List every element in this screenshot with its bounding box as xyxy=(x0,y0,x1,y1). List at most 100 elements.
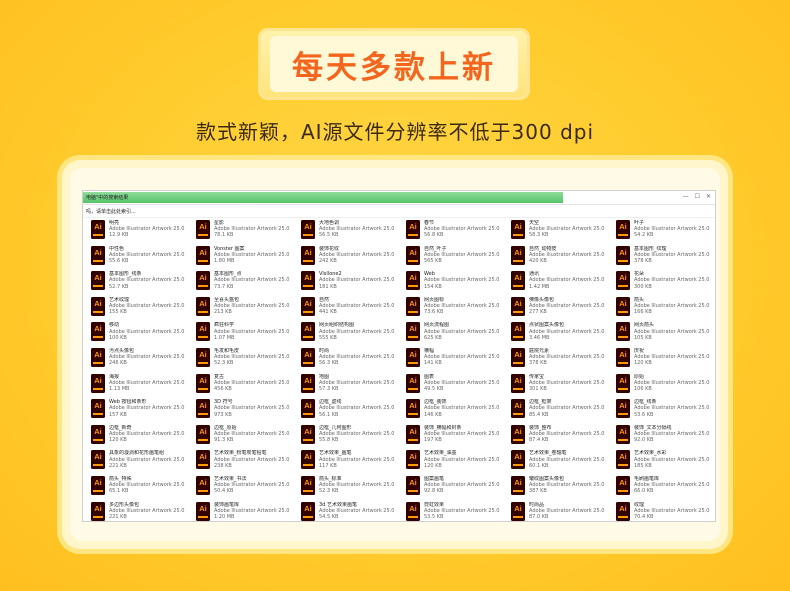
file-item[interactable]: Ai 星影 Adobe Illustrator Artwork 25.0 78.1 K… xyxy=(196,220,301,244)
file-meta: 花朵 Adobe Illustrator Artwork 25.0 300 KB xyxy=(634,271,709,290)
file-item[interactable]: Ai 污点头像包 Adobe Illustrator Artwork 25.0 246… xyxy=(91,347,196,372)
file-item[interactable]: Ai 明亮 Adobe Illustrator Artwork 25.0 12.9 K… xyxy=(91,220,196,244)
file-item[interactable]: Ai 地图 Adobe Illustrator Artwork 25.0 57.3 K… xyxy=(301,373,406,398)
file-item[interactable]: Ai 装饰_文本分隔线 Adobe Illustrator Artwork 25.0… xyxy=(616,424,715,449)
file-item[interactable]: Ai 边框_虚线 Adobe Illustrator Artwork 25.0 56.… xyxy=(301,399,406,423)
file-item[interactable]: Ai 边框_新奇 Adobe Illustrator Artwork 25.0 120… xyxy=(91,424,196,449)
close-button[interactable]: ✕ xyxy=(706,193,711,200)
file-item[interactable]: Ai 移动 Adobe Illustrator Artwork 25.0 100 KB xyxy=(91,322,196,346)
file-item[interactable]: Ai 中性色 Adobe Illustrator Artwork 25.0 55.6 … xyxy=(91,245,196,270)
file-item[interactable]: Ai 花朵 Adobe Illustrator Artwork 25.0 300 KB xyxy=(616,271,715,295)
file-item[interactable]: Ai 时尚 Adobe Illustrator Artwork 25.0 56.3 K… xyxy=(301,347,406,372)
file-item[interactable]: Ai 具象的漩涡和花形画笔组 Adobe Illustrator Artwork 2… xyxy=(91,450,196,474)
file-item[interactable]: Ai 佛像头像包 Adobe Illustrator Artwork 25.0 277… xyxy=(511,296,616,321)
file-item[interactable]: Ai 基本图形_纹理 Adobe Illustrator Artwork 25.0 3… xyxy=(616,245,715,270)
file-item[interactable]: Ai 网页图标 Adobe Illustrator Artwork 25.0 73.6… xyxy=(406,296,511,321)
ai-file-icon: Ai xyxy=(91,220,105,239)
ai-file-icon: Ai xyxy=(511,501,525,521)
file-item[interactable]: Ai 边框_几何图形 Adobe Illustrator Artwork 25.0 5… xyxy=(301,424,406,449)
file-item[interactable]: Ai 至喜头盔包 Adobe Illustrator Artwork 25.0 213… xyxy=(196,296,301,321)
file-item[interactable]: Ai 网页流程图 Adobe Illustrator Artwork 25.0 625… xyxy=(406,322,511,346)
file-item[interactable]: Ai 通讯 Adobe Illustrator Artwork 25.0 1.42 M… xyxy=(511,271,616,295)
file-meta: 横幅 Adobe Illustrator Artwork 25.0 141 KB xyxy=(424,348,499,367)
file-item[interactable]: Ai 艺术效果_油墨 Adobe Illustrator Artwork 25.0 1… xyxy=(406,450,511,474)
file-item[interactable]: Ai 装饰_整布 Adobe Illustrator Artwork 25.0 87.… xyxy=(511,424,616,449)
file-item[interactable]: Ai 海报 Adobe Illustrator Artwork 25.0 1.13 M… xyxy=(91,373,196,398)
ai-icon-underline xyxy=(513,361,523,364)
ai-icon-label: Ai xyxy=(304,349,312,359)
file-item[interactable]: Ai 网页箭头 Adobe Illustrator Artwork 25.0 105 … xyxy=(616,322,715,346)
ai-icon-underline xyxy=(93,464,103,467)
file-item[interactable]: Ai 边框_线条 Adobe Illustrator Artwork 25.0 53.… xyxy=(616,399,715,423)
file-item[interactable]: Ai 艺术效果_书法 Adobe Illustrator Artwork 25.0 5… xyxy=(196,475,301,500)
file-item[interactable]: Ai 艺术纹理 Adobe Illustrator Artwork 25.0 155 … xyxy=(91,296,196,321)
window-titlebar: 电脑"中的搜索结果 — ☐ ✕ xyxy=(83,191,715,205)
file-item[interactable]: Ai 图表 Adobe Illustrator Artwork 25.0 49.5 K… xyxy=(406,373,511,398)
file-meta: 艺术纹理 Adobe Illustrator Artwork 25.0 155 KB xyxy=(109,297,184,316)
file-item[interactable]: Ai 疯狂科学 Adobe Illustrator Artwork 25.0 1.07… xyxy=(196,322,301,346)
file-item[interactable]: Ai 箭头 Adobe Illustrator Artwork 25.0 166 KB xyxy=(616,296,715,321)
ai-icon-label: Ai xyxy=(619,426,627,436)
file-item[interactable]: Ai 网页组织结构图 Adobe Illustrator Artwork 25.0 5… xyxy=(301,322,406,346)
file-item[interactable]: Ai 艺术效果_粉笔炭笔铅笔 Adobe Illustrator Artwork 2… xyxy=(196,450,301,474)
file-meta: 复古 Adobe Illustrator Artwork 25.0 456 KB xyxy=(214,374,289,393)
ai-file-icon: Ai xyxy=(301,271,315,291)
ai-icon-label: Ai xyxy=(409,477,417,487)
file-size: 92.0 KB xyxy=(634,437,654,444)
file-item[interactable]: Ai 自然_动物皮 Adobe Illustrator Artwork 25.0 42… xyxy=(511,245,616,270)
file-item[interactable]: Ai 毛发和毛皮 Adobe Illustrator Artwork 25.0 52.… xyxy=(196,347,301,372)
file-item[interactable]: Ai Web 按钮和条形 Adobe Illustrator Artwork 25.… xyxy=(91,399,196,423)
file-item[interactable]: Ai 大地色调 Adobe Illustrator Artwork 25.0 56.5… xyxy=(301,220,406,244)
file-item[interactable]: Ai 图案画笔 Adobe Illustrator Artwork 25.0 92.8… xyxy=(406,475,511,500)
file-item[interactable]: Ai 基本图形_点 Adobe Illustrator Artwork 25.0 73… xyxy=(196,271,301,295)
file-item[interactable]: Ai 庭院元素 Adobe Illustrator Artwork 25.0 378 … xyxy=(511,347,616,372)
file-item[interactable]: Ai 装饰_横幅和封条 Adobe Illustrator Artwork 25.0… xyxy=(406,424,511,449)
file-item[interactable]: Ai 复古 Adobe Illustrator Artwork 25.0 456 KB xyxy=(196,373,301,398)
file-item[interactable]: Ai 装饰花纹 Adobe Illustrator Artwork 25.0 242 … xyxy=(301,245,406,270)
file-item[interactable]: Ai 边框_框架 Adobe Illustrator Artwork 25.0 85.… xyxy=(511,399,616,423)
file-item[interactable]: Ai Vonster 图案 Adobe Illustrator Artwork 25… xyxy=(196,245,301,270)
file-item[interactable]: Ai 皱纹图案头像包 Adobe Illustrator Artwork 25.0 3… xyxy=(511,475,616,500)
ai-icon-underline xyxy=(618,438,628,441)
ai-icon-label: Ai xyxy=(304,426,312,436)
file-item[interactable]: Ai 3d 艺术效果画笔 Adobe Illustrator Artwork 25.… xyxy=(301,501,406,521)
file-item[interactable]: Ai 自然_叶子 Adobe Illustrator Artwork 25.0 565… xyxy=(406,245,511,270)
file-item[interactable]: Ai 庆祝 Adobe Illustrator Artwork 25.0 120 KB xyxy=(616,347,715,372)
file-item[interactable]: Ai 时尚品 Adobe Illustrator Artwork 25.0 87.0 … xyxy=(511,501,616,521)
file-item[interactable]: Ai 横幅 Adobe Illustrator Artwork 25.0 141 KB xyxy=(406,347,511,372)
file-item[interactable]: Ai 艺术效果_卷轴笔 Adobe Illustrator Artwork 25.0… xyxy=(511,450,616,474)
ai-icon-underline xyxy=(93,310,103,313)
file-item[interactable]: Ai 边框_原始 Adobe Illustrator Artwork 25.0 91.… xyxy=(196,424,301,449)
maximize-button[interactable]: ☐ xyxy=(695,193,700,200)
file-item[interactable]: Ai 传家宝 Adobe Illustrator Artwork 25.0 301 K… xyxy=(511,373,616,398)
file-size: 420 KB xyxy=(529,258,547,264)
file-item[interactable]: Ai 基本图形_线条 Adobe Illustrator Artwork 25.0 5… xyxy=(91,271,196,295)
file-item[interactable]: Ai 箭头_标准 Adobe Illustrator Artwork 25.0 52.… xyxy=(301,475,406,500)
search-index-hint[interactable]: 吗，请单击此处索引... xyxy=(83,205,715,218)
file-item[interactable]: Ai 霓虹效果 Adobe Illustrator Artwork 25.0 53.5… xyxy=(406,501,511,521)
ai-file-icon: Ai xyxy=(406,399,420,419)
ai-file-icon: Ai xyxy=(301,450,315,470)
file-item[interactable]: Ai 春节 Adobe Illustrator Artwork 25.0 56.8 K… xyxy=(406,220,511,244)
file-item[interactable]: Ai 叶子 Adobe Illustrator Artwork 25.0 54.2 K… xyxy=(616,220,715,244)
minimize-button[interactable]: — xyxy=(683,193,689,200)
file-item[interactable]: Ai Vlsllone2 Adobe Illustrator Artwork 25.… xyxy=(301,271,406,295)
file-meta: Web 按钮和条形 Adobe Illustrator Artwork 25.0 1… xyxy=(109,399,184,418)
file-item[interactable]: Ai 毛刷画笔库 Adobe Illustrator Artwork 25.0 66.… xyxy=(616,475,715,500)
file-item[interactable]: Ai 边框_装饰 Adobe Illustrator Artwork 25.0 146… xyxy=(406,399,511,423)
file-item[interactable]: Ai 点状图案头像包 Adobe Illustrator Artwork 25.0 3… xyxy=(511,322,616,346)
file-item[interactable]: Ai 3D 符号 Adobe Illustrator Artwork 25.0 973… xyxy=(196,399,301,423)
file-item[interactable]: Ai 纹理 Adobe Illustrator Artwork 25.0 70.4 K… xyxy=(616,501,715,521)
file-item[interactable]: Ai 装饰画笔库 Adobe Illustrator Artwork 25.0 1.2… xyxy=(196,501,301,521)
file-item[interactable]: Ai 天空 Adobe Illustrator Artwork 25.0 58.3 K… xyxy=(511,220,616,244)
file-item[interactable]: Ai Web Adobe Illustrator Artwork 25.0 154 K… xyxy=(406,271,511,295)
ai-icon-underline xyxy=(408,515,418,518)
file-item[interactable]: Ai 原始 Adobe Illustrator Artwork 25.0 106 KB xyxy=(616,373,715,398)
file-size: 105 KB xyxy=(634,334,652,341)
file-item[interactable]: Ai 艺术效果_画笔 Adobe Illustrator Artwork 25.0 1… xyxy=(301,450,406,474)
file-item[interactable]: Ai 箭头_特殊 Adobe Illustrator Artwork 25.0 65.… xyxy=(91,475,196,500)
file-item[interactable]: Ai 多边形头像包 Adobe Illustrator Artwork 25.0 22… xyxy=(91,501,196,521)
file-meta: 时尚 Adobe Illustrator Artwork 25.0 56.3 KB xyxy=(319,348,394,367)
file-item[interactable]: Ai 艺术效果_水彩 Adobe Illustrator Artwork 25.0 1… xyxy=(616,450,715,474)
file-item[interactable]: Ai 自然 Adobe Illustrator Artwork 25.0 441 KB xyxy=(301,296,406,321)
